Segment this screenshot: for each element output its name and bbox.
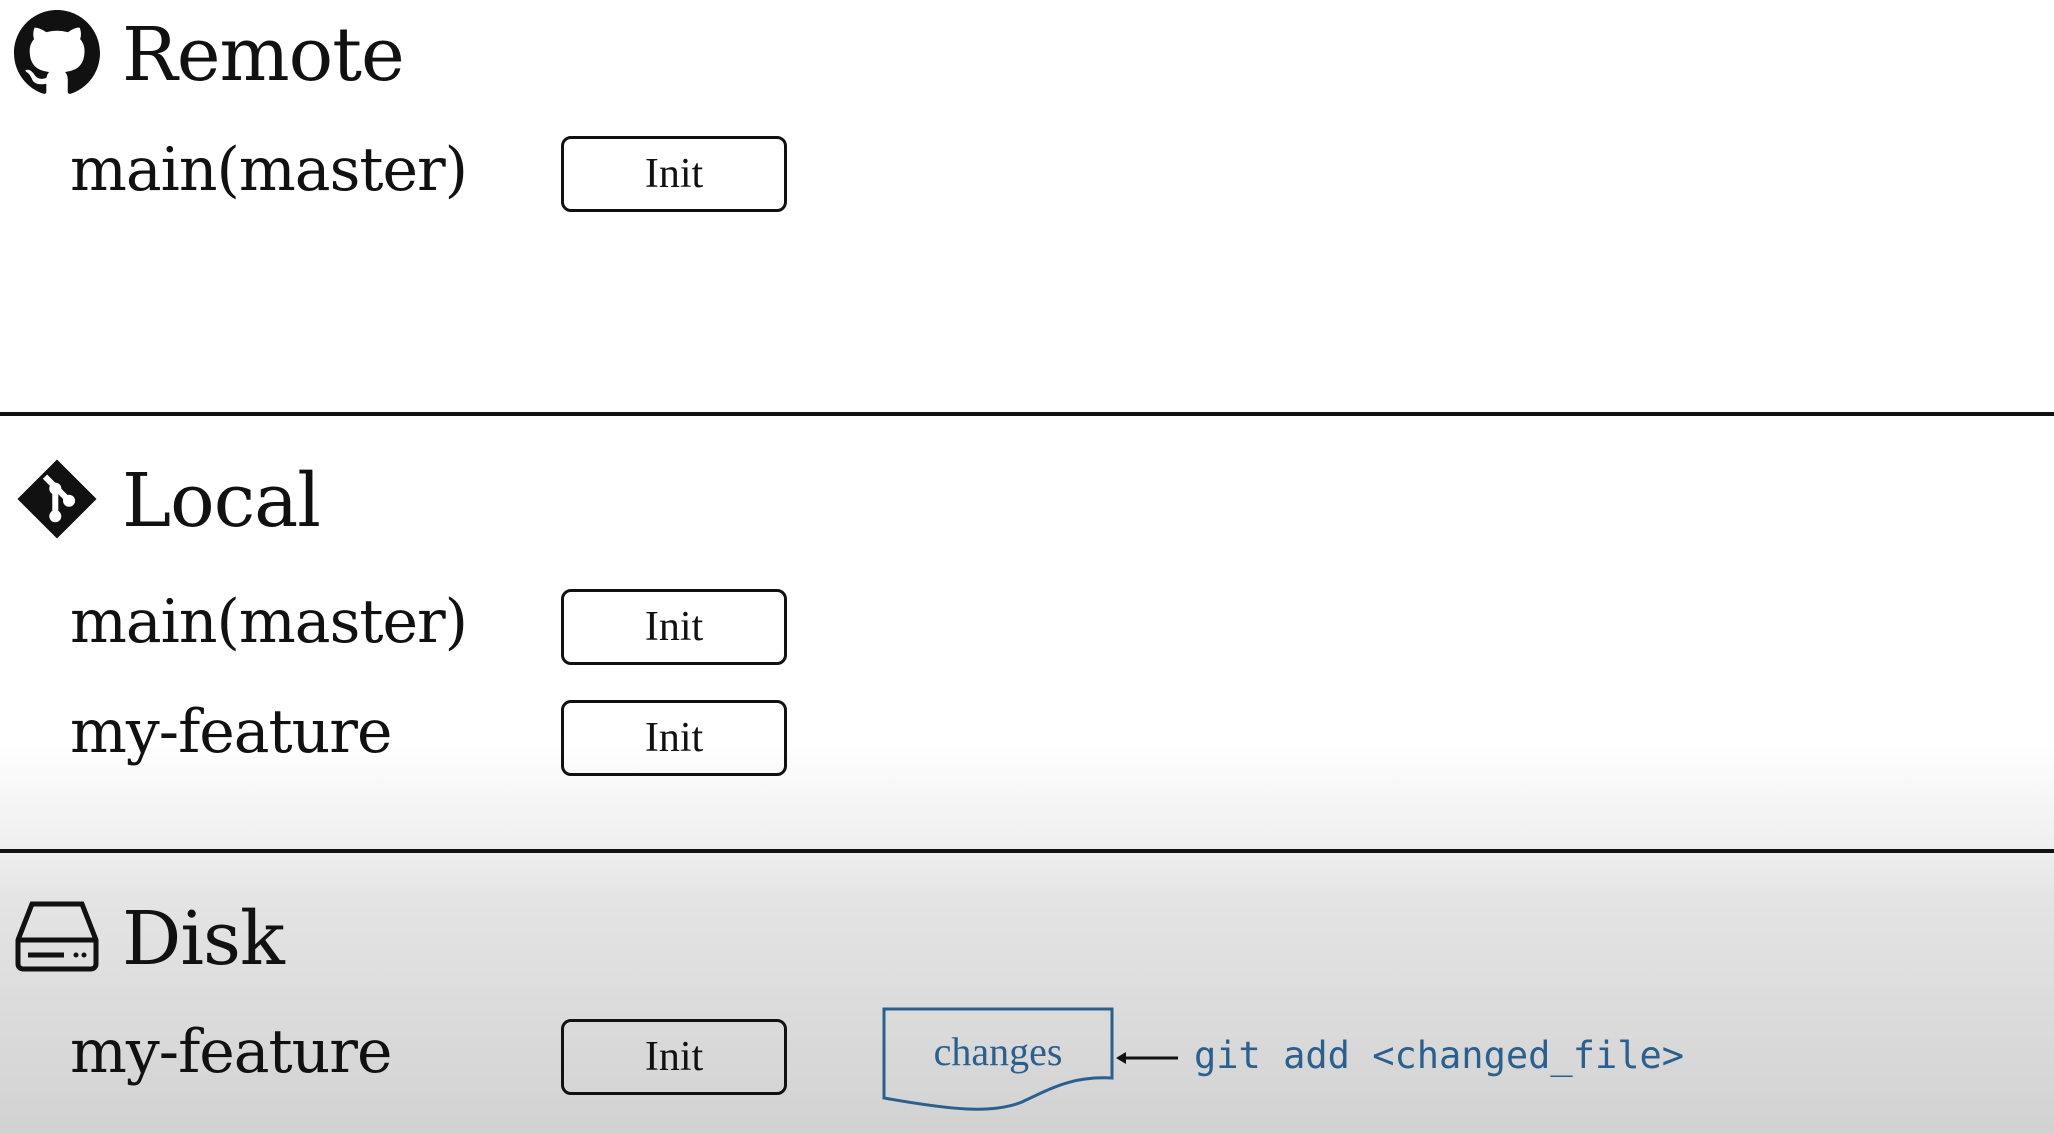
- section-divider: [0, 849, 2054, 853]
- local-title: Local: [122, 458, 321, 544]
- branch-label: my-feature: [70, 697, 392, 767]
- git-add-command: git add <changed_file>: [1194, 1034, 1685, 1077]
- hard-drive-icon: [15, 901, 99, 972]
- commit-box: Init: [561, 1019, 787, 1095]
- github-icon: [14, 10, 100, 94]
- changes-label: changes: [933, 1029, 1063, 1074]
- branch-label: my-feature: [70, 1017, 392, 1087]
- disk-title: Disk: [122, 896, 285, 982]
- commit-box: Init: [561, 136, 787, 212]
- commit-box: Init: [561, 589, 787, 665]
- commit-box: Init: [561, 700, 787, 776]
- branch-label: main(master): [70, 135, 468, 205]
- remote-title: Remote: [122, 12, 405, 98]
- section-divider: [0, 412, 2054, 416]
- branch-label: main(master): [70, 587, 468, 657]
- git-icon: [17, 459, 97, 539]
- arrow-left-icon: [1116, 1052, 1178, 1064]
